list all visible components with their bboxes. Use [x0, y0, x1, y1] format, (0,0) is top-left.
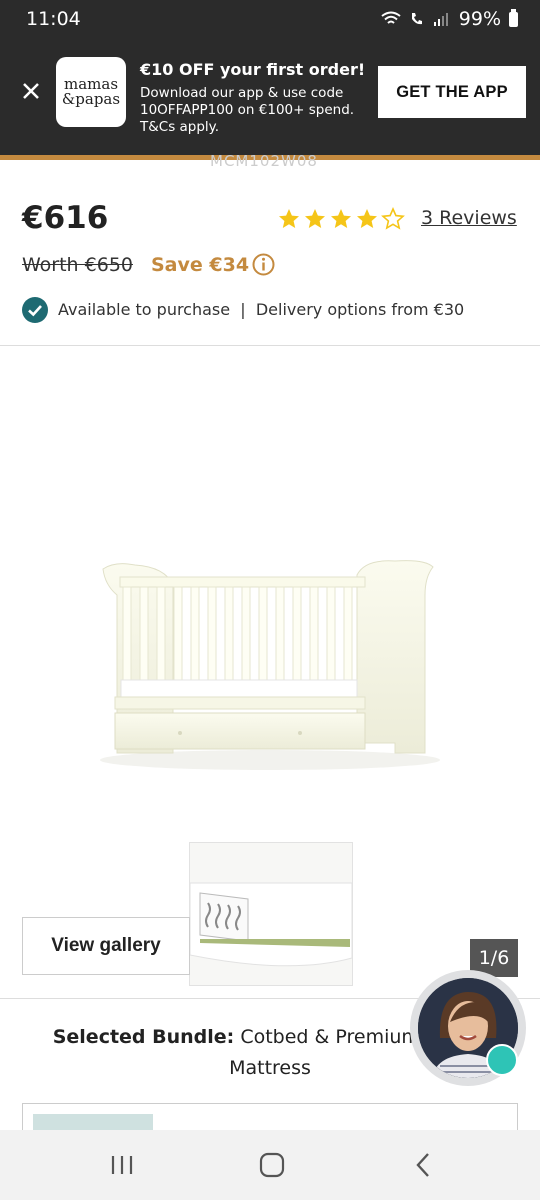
worth-price: Worth €650 [22, 254, 133, 276]
reviews-link[interactable]: 3 Reviews [421, 207, 517, 229]
logo-line-2: &papas [61, 90, 121, 108]
divider [0, 345, 540, 346]
separator: | [240, 300, 246, 319]
system-nav-bar [0, 1130, 540, 1200]
back-icon[interactable] [404, 1148, 444, 1182]
availability-row: Available to purchase | Delivery options… [58, 300, 464, 319]
call-icon [411, 13, 422, 25]
status-bar: 11:04 99% [0, 0, 540, 40]
signal-icon [433, 13, 448, 26]
status-time: 11:04 [26, 8, 81, 30]
app-banner: mamas &papas €10 OFF your first order! D… [0, 40, 540, 155]
home-icon[interactable] [252, 1148, 292, 1182]
star-filled-icon [357, 209, 377, 228]
star-filled-icon [279, 209, 299, 228]
check-circle-icon [22, 297, 48, 323]
save-amount: Save €34 [151, 254, 250, 276]
battery-icon [509, 8, 518, 27]
product-price: €616 [22, 200, 109, 236]
star-empty-icon [381, 207, 405, 230]
rating-stars[interactable] [277, 207, 405, 231]
bundle-prefix: Selected Bundle: [52, 1026, 235, 1048]
product-image[interactable] [95, 555, 445, 775]
star-filled-icon [305, 209, 325, 228]
banner-description: Download our app & use code 10OFFAPP100 … [140, 85, 355, 135]
availability-status: Available to purchase [58, 300, 231, 319]
recent-apps-icon[interactable] [102, 1148, 142, 1182]
product-sku: MCM102W08 [210, 152, 318, 166]
online-status-dot [486, 1044, 518, 1076]
star-filled-icon [331, 209, 351, 228]
gallery-thumbnail[interactable] [189, 842, 353, 986]
wifi-icon [381, 11, 401, 24]
info-icon[interactable] [252, 253, 275, 276]
status-icons: 99% [381, 8, 518, 30]
delivery-info: Delivery options from €30 [255, 300, 465, 319]
view-gallery-button[interactable]: View gallery [22, 917, 190, 975]
get-app-button[interactable]: GET THE APP [378, 66, 526, 118]
brand-logo: mamas &papas [56, 57, 126, 127]
banner-title: €10 OFF your first order! [140, 60, 366, 79]
banner-text: €10 OFF your first order! Download our a… [140, 60, 370, 136]
close-icon[interactable] [18, 78, 44, 104]
battery-percent: 99% [458, 8, 501, 30]
